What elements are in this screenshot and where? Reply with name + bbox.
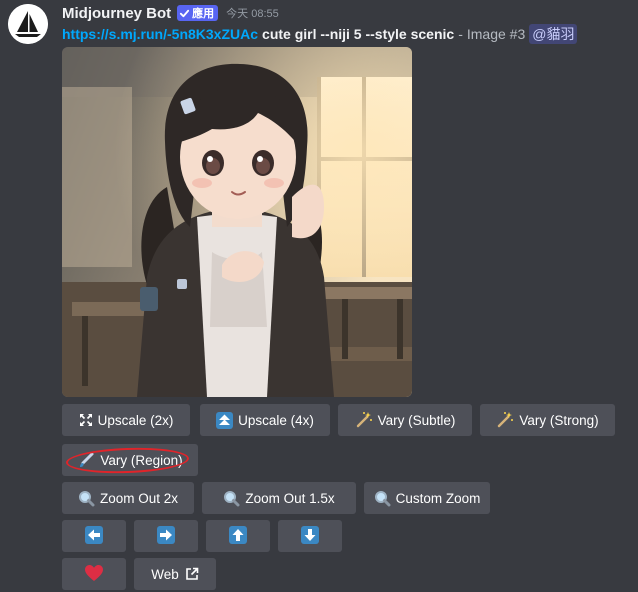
app-badge-label: 應用 <box>192 8 215 20</box>
user-mention[interactable]: @貓羽 <box>529 24 578 44</box>
arrow-left-icon <box>85 525 103 547</box>
generated-image[interactable] <box>62 47 412 397</box>
double-up-arrow-icon <box>216 411 234 429</box>
magnifier-icon <box>223 490 240 507</box>
upscale-2x-label: Upscale (2x) <box>97 412 174 428</box>
custom-zoom-label: Custom Zoom <box>395 490 481 506</box>
image-label: Image #3 <box>466 26 526 42</box>
vary-subtle-label: Vary (Subtle) <box>377 412 456 428</box>
external-link-icon <box>185 567 199 581</box>
pan-left-button[interactable] <box>62 520 126 552</box>
red-heart-icon <box>84 564 104 585</box>
sailboat-icon <box>8 4 48 44</box>
zoom-out-1-5x-label: Zoom Out 1.5x <box>245 490 335 506</box>
upscale-2x-button[interactable]: Upscale (2x) <box>62 404 190 436</box>
pan-right-button[interactable] <box>134 520 198 552</box>
app-badge: 應用 <box>177 5 219 21</box>
message-content: https://s.mj.run/-5n8K3xZUAc cute girl -… <box>62 23 578 45</box>
zoom-out-2x-label: Zoom Out 2x <box>99 490 179 506</box>
author-name[interactable]: Midjourney Bot <box>62 5 171 22</box>
separator: - <box>458 26 463 42</box>
pan-up-button[interactable] <box>206 520 270 552</box>
vary-region-label: Vary (Region) <box>100 452 183 468</box>
web-label: Web <box>151 566 179 582</box>
arrow-up-icon <box>229 525 247 547</box>
vary-subtle-button[interactable]: Vary (Subtle) <box>338 404 472 436</box>
web-button[interactable]: Web <box>134 558 216 590</box>
anime-girl-illustration <box>62 47 412 397</box>
vary-strong-label: Vary (Strong) <box>519 412 599 428</box>
bot-avatar[interactable] <box>8 4 48 44</box>
paintbrush-icon <box>77 451 95 469</box>
upscale-4x-button[interactable]: Upscale (4x) <box>200 404 330 436</box>
arrow-down-icon <box>301 525 319 547</box>
checkmark-icon <box>180 9 190 17</box>
magnifier-icon <box>374 490 391 507</box>
zoom-out-2x-button[interactable]: Zoom Out 2x <box>62 482 194 514</box>
arrow-right-icon <box>157 525 175 547</box>
message-header: Midjourney Bot 應用 今天 08:55 <box>62 2 279 24</box>
zoom-out-1-5x-button[interactable]: Zoom Out 1.5x <box>202 482 356 514</box>
custom-zoom-button[interactable]: Custom Zoom <box>364 482 490 514</box>
timestamp: 今天 08:55 <box>226 8 279 20</box>
upscale-4x-label: Upscale (4x) <box>238 412 314 428</box>
favorite-button[interactable] <box>62 558 126 590</box>
chat-message: Midjourney Bot 應用 今天 08:55 https://s.mj.… <box>0 0 638 592</box>
vary-strong-button[interactable]: Vary (Strong) <box>480 404 615 436</box>
prompt-link[interactable]: https://s.mj.run/-5n8K3xZUAc <box>62 26 258 42</box>
vary-region-button[interactable]: Vary (Region) <box>62 444 198 476</box>
expand-arrows-icon <box>79 413 93 427</box>
prompt-text: cute girl --niji 5 --style scenic <box>262 26 455 42</box>
magic-wand-icon <box>496 411 514 429</box>
pan-down-button[interactable] <box>278 520 342 552</box>
magnifier-icon <box>78 490 95 507</box>
magic-wand-icon <box>355 411 373 429</box>
